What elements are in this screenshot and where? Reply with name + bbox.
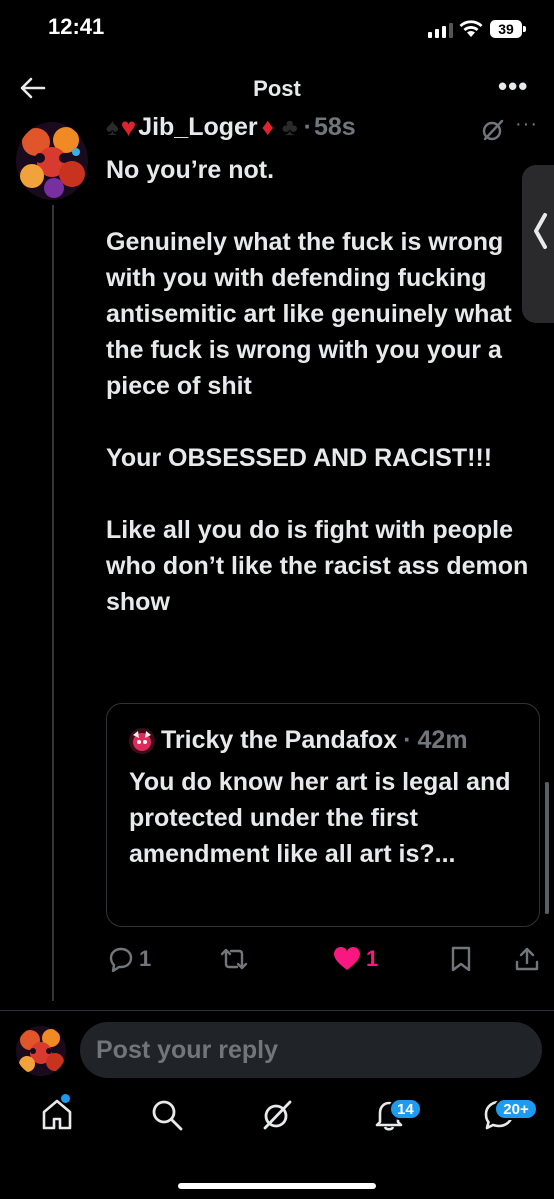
more-options-icon[interactable]: ••• <box>498 73 528 99</box>
post-author-row: ♠ ♥ Jib_Loger ♦ ♣ · 58s <box>106 112 356 143</box>
reply-icon <box>109 947 133 972</box>
notifications-badge: 14 <box>389 1098 422 1120</box>
post-text: No you’re not. Genuinely what the fuck i… <box>106 156 529 616</box>
search-icon[interactable] <box>150 1098 184 1132</box>
reply-action[interactable]: 1 <box>108 943 151 975</box>
bookmark-icon <box>451 946 471 972</box>
home-icon[interactable] <box>40 1098 74 1132</box>
quoted-post[interactable]: Tricky the Pandafox · 42m You do know he… <box>106 703 540 927</box>
post-author-avatar[interactable] <box>16 122 88 200</box>
separator-dot: · <box>303 113 312 141</box>
grok-tab-icon[interactable] <box>260 1098 294 1132</box>
quoted-separator-dot: · <box>403 726 412 754</box>
cellular-signal-icon <box>428 23 453 38</box>
messages-badge: 20+ <box>494 1098 538 1120</box>
repost-action[interactable] <box>218 943 255 975</box>
heart-icon: ♥ <box>120 112 137 142</box>
like-action[interactable]: 1 <box>333 943 378 975</box>
share-icon <box>515 947 539 971</box>
reply-input[interactable]: Post your reply <box>80 1022 542 1078</box>
like-count: 1 <box>366 946 379 971</box>
quoted-author-avatar[interactable] <box>129 727 155 754</box>
reply-placeholder: Post your reply <box>96 1036 278 1064</box>
back-arrow-icon[interactable] <box>20 76 46 100</box>
wifi-icon <box>459 20 483 37</box>
home-indicator <box>178 1183 376 1189</box>
heart-filled-icon <box>334 947 360 970</box>
quoted-author-row: Tricky the Pandafox · 42m <box>129 726 468 755</box>
my-avatar[interactable] <box>16 1026 66 1076</box>
spade-icon: ♠ <box>106 113 119 141</box>
post-author-name[interactable]: Jib_Loger <box>138 113 257 142</box>
quoted-author-name[interactable]: Tricky the Pandafox <box>161 726 397 755</box>
club-icon: ♣ <box>281 113 298 141</box>
battery-nub <box>523 26 526 32</box>
bookmark-action[interactable] <box>450 943 472 975</box>
scrollbar[interactable] <box>545 782 549 914</box>
status-time: 12:41 <box>48 14 105 39</box>
thread-line <box>52 205 54 1001</box>
post-more-icon[interactable]: ··· <box>515 113 538 136</box>
quoted-post-text: You do know her art is legal and protect… <box>129 768 511 868</box>
quoted-timestamp: 42m <box>417 726 468 754</box>
divider <box>0 1010 554 1011</box>
page-title: Post <box>253 76 301 101</box>
post-timestamp: 58s <box>314 113 356 141</box>
reply-count: 1 <box>139 946 152 971</box>
repost-icon <box>220 948 248 970</box>
share-action[interactable] <box>514 943 540 975</box>
grok-icon[interactable] <box>481 118 505 142</box>
battery-icon: 39 <box>490 20 522 38</box>
diamond-icon: ♦ <box>261 113 274 141</box>
